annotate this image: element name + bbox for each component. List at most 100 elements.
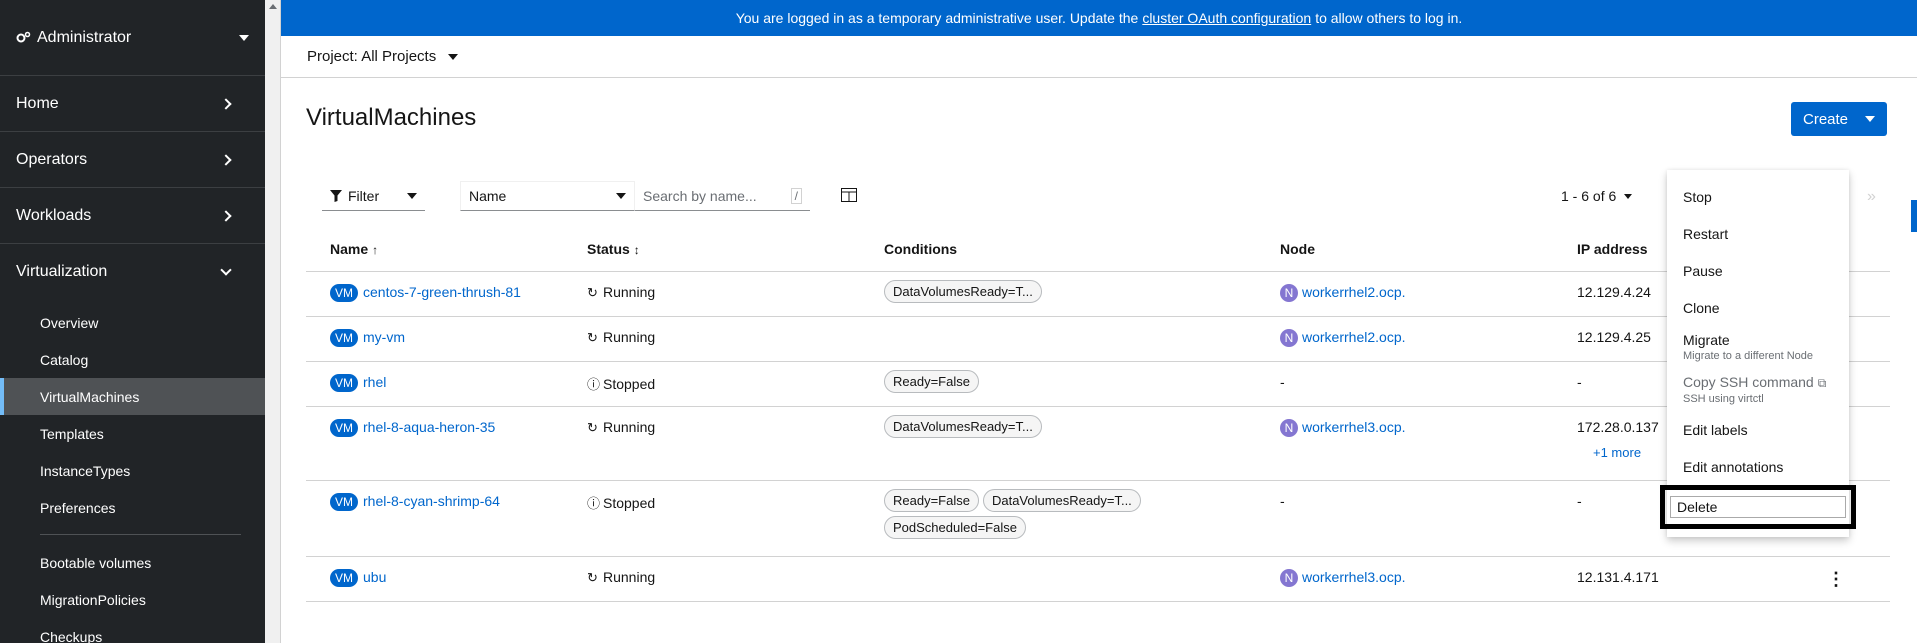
vm-name-link[interactable]: rhel-8-cyan-shrimp-64 [363, 493, 500, 509]
sidebar-item-templates[interactable]: Templates [0, 415, 265, 452]
sync-icon: ↻ [587, 570, 598, 585]
menu-item-stop[interactable]: Stop [1667, 178, 1849, 215]
scrollbar[interactable] [265, 0, 281, 643]
banner-suffix: to allow others to log in. [1315, 10, 1463, 26]
vm-name-link[interactable]: rhel [363, 374, 386, 390]
node-badge: N [1280, 419, 1298, 437]
menu-item-description: Migrate to a different Node [1683, 350, 1814, 362]
node-badge: N [1280, 569, 1298, 587]
table-header: Name ↑ Status ↕ Conditions Node IP address [306, 226, 1890, 272]
vm-badge: VM [330, 329, 358, 347]
sidebar-item-instancetypes[interactable]: InstanceTypes [0, 452, 265, 489]
sidebar-section-workloads[interactable]: Workloads [0, 188, 265, 244]
chevron-right-icon [220, 209, 232, 222]
sidebar: Administrator Home Operators Workloads V… [0, 0, 265, 643]
stopped-icon: ⓘ [587, 496, 601, 511]
temporary-admin-banner: You are logged in as a temporary adminis… [281, 0, 1917, 36]
last-page-icon[interactable]: » [1867, 188, 1876, 206]
search-input[interactable] [643, 187, 791, 204]
caret-down-icon [448, 53, 459, 60]
filter-icon [330, 189, 342, 202]
column-header-conditions: Conditions [884, 240, 958, 257]
node-link[interactable]: workerrhel3.ocp. [1302, 419, 1406, 435]
sidebar-item-preferences[interactable]: Preferences [0, 489, 265, 526]
caret-down-icon [1624, 193, 1633, 199]
chevron-right-icon [220, 153, 232, 166]
table-row: VM rhel-8-cyan-shrimp-64 ⓘ Stopped Ready=F… [306, 481, 1890, 557]
project-label: Project: All Projects [307, 48, 437, 65]
caret-down-icon [616, 193, 626, 199]
vm-badge: VM [330, 374, 358, 392]
search-attribute-select[interactable]: Name [460, 181, 635, 211]
sidebar-item-catalog[interactable]: Catalog [0, 341, 265, 378]
table-row: VM centos-7-green-thrush-81 ↻ Running Data… [306, 272, 1890, 317]
sidebar-section-label: Home [16, 94, 59, 112]
node-link[interactable]: workerrhel2.ocp. [1302, 284, 1406, 300]
perspective-switcher[interactable]: Administrator [0, 0, 265, 76]
search-box: / [635, 181, 810, 211]
condition-chip[interactable]: DataVolumesReady=T... [884, 280, 1042, 303]
menu-item-restart[interactable]: Restart [1667, 215, 1849, 252]
menu-item-label: Delete [1670, 496, 1846, 518]
sidebar-item-migrationpolicies[interactable]: MigrationPolicies [0, 581, 265, 618]
vm-name-link[interactable]: ubu [363, 569, 386, 585]
sort-icon: ↕ [633, 242, 640, 257]
page-header: VirtualMachines Create [281, 78, 1917, 164]
column-header-node: Node [1280, 240, 1315, 257]
columns-icon[interactable] [841, 188, 857, 202]
menu-item-copy-ssh[interactable]: Copy SSH command ⧉ SSH using virtctl [1667, 368, 1849, 411]
menu-item-pause[interactable]: Pause [1667, 252, 1849, 289]
project-selector[interactable]: Project: All Projects [281, 36, 1917, 78]
create-button[interactable]: Create [1791, 102, 1887, 136]
node-badge: N [1280, 329, 1298, 347]
oauth-config-link[interactable]: cluster OAuth configuration [1142, 10, 1311, 26]
column-header-name[interactable]: Name ↑ [306, 241, 587, 257]
condition-chip[interactable]: DataVolumesReady=T... [982, 489, 1141, 512]
sidebar-section-home[interactable]: Home [0, 76, 265, 132]
sidebar-item-checkups[interactable]: Checkups [0, 618, 265, 643]
column-header-status[interactable]: Status ↕ [587, 241, 884, 257]
caret-down-icon [239, 34, 249, 41]
condition-chip[interactable]: Ready=False [884, 489, 979, 512]
menu-item-label: Migrate [1683, 332, 1730, 348]
scroll-up-icon[interactable] [269, 4, 277, 9]
vm-actions-menu: Stop Restart Pause Clone Migrate Migrate… [1660, 170, 1856, 537]
filter-dropdown[interactable]: Filter [322, 181, 425, 211]
sidebar-item-overview[interactable]: Overview [0, 304, 265, 341]
chevron-down-icon [220, 264, 232, 276]
vm-name-link[interactable]: rhel-8-aqua-heron-35 [363, 419, 495, 435]
create-label: Create [1803, 110, 1849, 128]
vm-name-link[interactable]: my-vm [363, 329, 405, 345]
node-empty: - [1280, 493, 1285, 509]
status-text: Stopped [603, 495, 656, 511]
pagination-range: 1 - 6 of 6 [1561, 188, 1617, 204]
sidebar-item-virtualmachines[interactable]: VirtualMachines [0, 378, 265, 415]
condition-chip[interactable]: PodScheduled=False [884, 516, 1026, 539]
condition-chip[interactable]: Ready=False [884, 370, 979, 393]
app-root: Administrator Home Operators Workloads V… [0, 0, 1917, 643]
sync-icon: ↻ [587, 285, 598, 300]
kebab-menu-icon[interactable]: ⋮ [1827, 569, 1845, 590]
menu-item-label: Copy SSH command [1683, 374, 1814, 390]
sidebar-item-bootable-volumes[interactable]: Bootable volumes [0, 544, 265, 581]
node-link[interactable]: workerrhel3.ocp. [1302, 569, 1406, 585]
node-link[interactable]: workerrhel2.ocp. [1302, 329, 1406, 345]
vm-name-link[interactable]: centos-7-green-thrush-81 [363, 284, 521, 300]
menu-item-clone[interactable]: Clone [1667, 289, 1849, 326]
caret-down-icon [1865, 116, 1875, 122]
node-badge: N [1280, 284, 1298, 302]
caret-down-icon [407, 192, 417, 199]
search-attribute-label: Name [469, 188, 507, 204]
vm-badge: VM [330, 419, 358, 437]
menu-item-edit-labels[interactable]: Edit labels [1667, 411, 1849, 448]
virtualization-subnav: Overview Catalog VirtualMachines Templat… [0, 300, 265, 643]
condition-chip[interactable]: DataVolumesReady=T... [884, 415, 1042, 438]
status-text: Running [603, 419, 656, 435]
pagination-toggle[interactable]: 1 - 6 of 6 [1561, 188, 1633, 204]
header-label: Name [330, 240, 369, 257]
menu-item-migrate[interactable]: Migrate Migrate to a different Node [1667, 326, 1849, 368]
sidebar-section-virtualization[interactable]: Virtualization [0, 244, 265, 300]
sidebar-section-operators[interactable]: Operators [0, 132, 265, 188]
menu-item-edit-annotations[interactable]: Edit annotations [1667, 448, 1849, 485]
menu-item-delete[interactable]: Delete [1660, 485, 1856, 529]
